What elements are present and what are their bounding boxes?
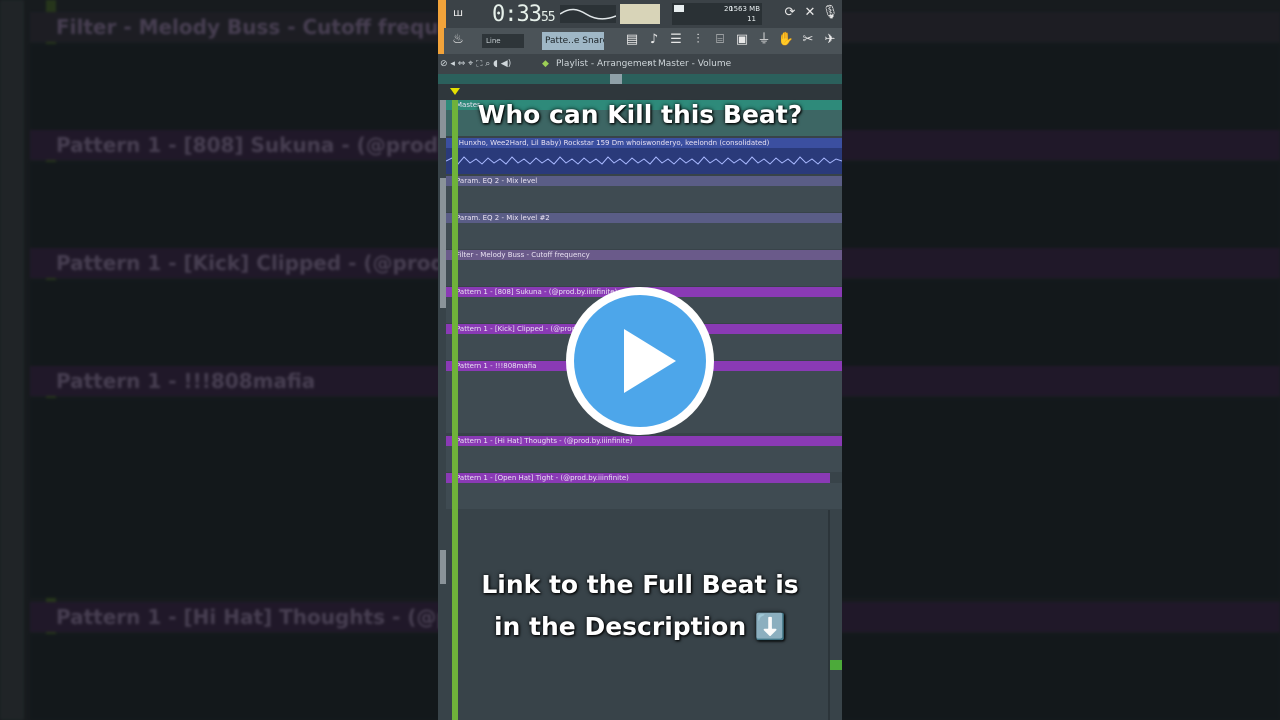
blurred-background-right <box>842 0 1280 720</box>
hint-icon[interactable]: ꟺ <box>448 3 468 23</box>
track-audio-clip[interactable]: (Hunxho, Wee2Hard, Lil Baby) Rockstar 15… <box>445 138 842 174</box>
snap-label: Line <box>486 37 501 45</box>
scroll-handle[interactable] <box>610 74 622 84</box>
caption: Link to the Full Beat is in the Descript… <box>438 564 842 648</box>
track-automation[interactable]: Param. EQ 2 - Mix level #2 <box>446 213 842 249</box>
transport-bar: ꟺ 0:3355 20 1563 MB 11 ⟳ ✕ 🎙 <box>438 0 842 28</box>
pattern-name: Patte..e Snare <box>545 36 604 46</box>
memory-label: 1563 MB <box>729 5 760 13</box>
playhead-marker-icon[interactable] <box>450 88 460 95</box>
main-toolbar: ♨ Line Patte..e Snare ▤ ♪ ☰ ⫶ ⌸ ▣ ⏚ ✋ ✂ … <box>438 28 842 54</box>
clip-label: Pattern 1 - [Open Hat] Tight - (@prod.by… <box>446 473 830 483</box>
clip-label: Pattern 1 - [Hi Hat] Thoughts - (@prod.b… <box>446 436 842 446</box>
channel-rack-icon[interactable]: ☰ <box>666 30 686 50</box>
clip-label: (Hunxho, Wee2Hard, Lil Baby) Rockstar 15… <box>446 138 842 148</box>
timeline-ruler[interactable] <box>438 74 842 100</box>
headline: Who can Kill this Beat? <box>477 100 803 129</box>
play-button[interactable] <box>566 287 714 435</box>
caption-line: Link to the Full Beat is <box>481 570 799 599</box>
playlist-header: ⊘ ◂ ⇔ ⌖ ⛶ ⌕ ◖ ◀) ◆ Playlist - Arrangemen… <box>438 54 842 74</box>
playlist-icon[interactable]: ▤ <box>622 30 642 50</box>
piano-roll-icon[interactable]: ♪ <box>644 30 664 50</box>
clip-label: Param. EQ 2 - Mix level <box>446 176 842 186</box>
play-button-circle <box>574 295 706 427</box>
clip-marker[interactable] <box>830 660 842 670</box>
mixer-icon[interactable]: ⫶ <box>688 30 708 50</box>
caption-line: in the Description ⬇️ <box>493 612 786 641</box>
breadcrumb[interactable]: Playlist - Arrangement <box>556 54 656 74</box>
play-icon <box>624 329 676 393</box>
fl-studio-window: ꟺ 0:3355 20 1563 MB 11 ⟳ ✕ 🎙 ♨ Line Patt… <box>438 0 842 720</box>
clip-label: Param. EQ 2 - Mix level #2 <box>446 213 842 223</box>
online-icon[interactable]: ✕ <box>800 3 820 23</box>
song-position-display[interactable]: 0:3355 <box>492 2 556 27</box>
plugin-icon[interactable]: ⏚ <box>754 30 774 50</box>
menu-tab[interactable] <box>438 0 446 28</box>
tool-icons[interactable]: ⊘ ◂ ⇔ ⌖ ⛶ ⌕ ◖ ◀) <box>440 54 511 74</box>
stamp-icon[interactable]: ♨ <box>448 30 468 50</box>
song-position-ticks: 55 <box>540 10 556 25</box>
automation-target[interactable]: Master - Volume <box>658 54 731 74</box>
track-automation[interactable]: Filter - Melody Buss - Cutoff frequency <box>446 250 842 286</box>
waveform-monitor <box>560 5 616 23</box>
pattern-selector[interactable]: Patte..e Snare <box>542 32 604 50</box>
track-pattern[interactable]: Pattern 1 - [Open Hat] Tight - (@prod.by… <box>446 473 842 509</box>
tools-icon[interactable]: ✂ <box>798 30 818 50</box>
song-position: 0:33 <box>492 2 542 27</box>
clip-label: Filter - Melody Buss - Cutoff frequency <box>446 250 842 260</box>
snap-selector[interactable]: Line <box>482 34 524 48</box>
breadcrumb-separator: › <box>648 59 652 69</box>
microphone-icon[interactable]: 🎙 <box>820 3 840 23</box>
track-pattern[interactable]: Pattern 1 - [Hi Hat] Thoughts - (@prod.b… <box>446 436 842 472</box>
project-icon[interactable]: ▣ <box>732 30 752 50</box>
refresh-icon[interactable]: ⟳ <box>780 3 800 23</box>
audio-waveform <box>445 156 842 165</box>
volume-meter[interactable] <box>620 4 660 24</box>
touch-icon[interactable]: ✋ <box>776 30 796 50</box>
browser-icon[interactable]: ⌸ <box>710 30 730 50</box>
blurred-background-left: Filter - Melody Buss - Cutoff frequency … <box>0 0 438 720</box>
cpu-memory-panel: 20 1563 MB 11 <box>672 3 762 25</box>
polyphony-value: 11 <box>747 15 756 23</box>
track-automation[interactable]: Param. EQ 2 - Mix level <box>446 176 842 212</box>
bird-icon[interactable]: ✈ <box>820 30 840 50</box>
playlist-icon-small: ◆ <box>542 59 549 69</box>
